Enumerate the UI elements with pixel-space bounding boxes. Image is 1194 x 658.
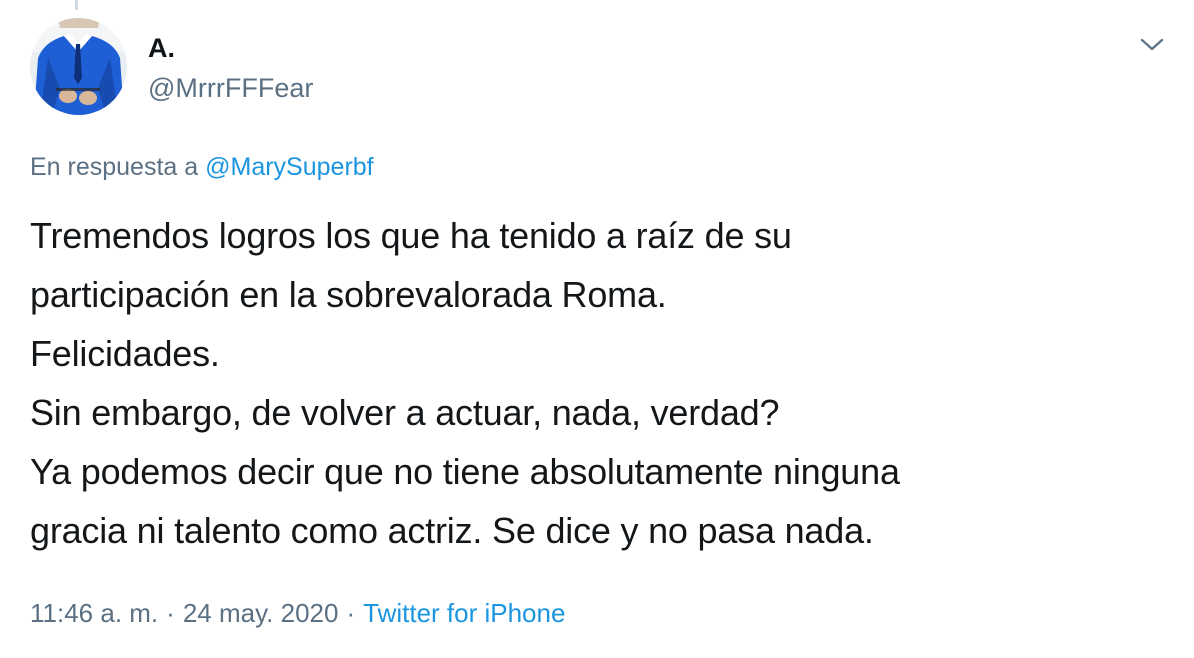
author-display-name[interactable]: A. (148, 30, 313, 66)
meta-separator: · (166, 598, 175, 628)
more-options-button[interactable] (1138, 34, 1166, 56)
tweet-text-line: Ya podemos decir que no tiene absolutame… (30, 451, 900, 492)
tweet-text-line: Felicidades. (30, 333, 220, 374)
chevron-down-icon (1140, 38, 1164, 51)
meta-separator: · (346, 598, 356, 628)
avatar-image (30, 18, 127, 115)
tweet-source-link[interactable]: Twitter for iPhone (363, 598, 565, 628)
reply-mention-link[interactable]: @MarySuperbf (205, 153, 374, 181)
avatar[interactable] (30, 18, 127, 115)
tweet-text-line: gracia ni talento como actriz. Se dice y… (30, 510, 874, 551)
tweet-text: Tremendos logros los que ha tenido a raí… (30, 206, 1170, 560)
author-handle[interactable]: @MrrrFFFear (148, 68, 313, 108)
reply-context: En respuesta a @MarySuperbf (30, 150, 374, 184)
tweet-text-line: participación en la sobrevalorada Roma. (30, 274, 667, 315)
tweet-author[interactable]: A. @MrrrFFFear (148, 30, 313, 108)
tweet-date-link[interactable]: 24 may. 2020 (183, 598, 339, 628)
tweet-time-link[interactable]: 11:46 a. m. (30, 598, 158, 628)
tweet-text-line: Tremendos logros los que ha tenido a raí… (30, 215, 792, 256)
tweet-text-line: Sin embargo, de volver a actuar, nada, v… (30, 392, 780, 433)
thread-connector-line (75, 0, 78, 10)
reply-prefix: En respuesta a (30, 153, 199, 181)
tweet-meta: 11:46 a. m. · 24 may. 2020 · Twitter for iPh… (30, 596, 565, 630)
